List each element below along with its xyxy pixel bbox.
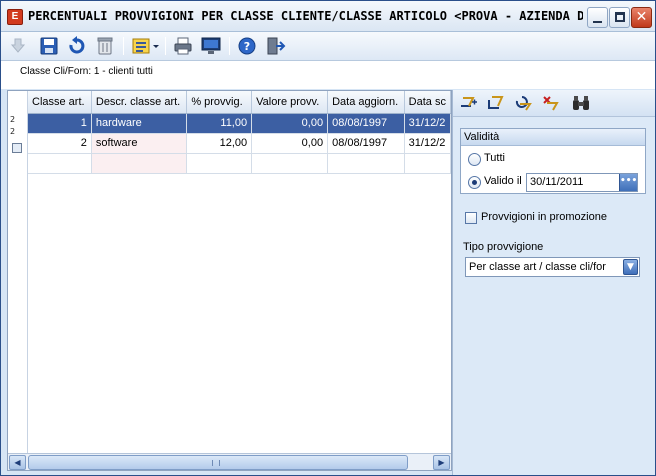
minimize-icon <box>593 21 602 23</box>
maximize-icon <box>615 12 625 22</box>
table-row[interactable]: 1 hardware 11,00 0,00 08/08/1997 31/12/2 <box>28 113 451 134</box>
cell-valore-provv[interactable]: 0,00 <box>251 113 329 134</box>
validita-title: Validità <box>461 129 645 146</box>
row-indicator-column: 2 2 <box>8 91 28 453</box>
classe-cli-forn-label: Classe Cli/Forn: 1 - clienti tutti <box>20 66 153 77</box>
new-row[interactable] <box>28 153 451 174</box>
grid-table: Classe art. Descr. classe art. % provvig… <box>28 91 451 174</box>
cell-data-aggiorn[interactable]: 08/08/1997 <box>327 113 405 134</box>
valido-date-value: 30/11/2011 <box>530 176 584 188</box>
print-icon[interactable] <box>172 36 194 56</box>
cell-empty[interactable] <box>327 153 405 174</box>
svg-text:?: ? <box>244 40 250 53</box>
date-picker-button[interactable]: ••• <box>619 174 637 191</box>
app-icon: E <box>7 9 23 25</box>
delete-icon[interactable] <box>94 36 116 56</box>
row-toolbar <box>453 90 655 117</box>
cell-empty[interactable] <box>186 153 253 174</box>
header-strip: Classe Cli/Forn: 1 - clienti tutti <box>1 61 655 89</box>
row-indicator-value: 2 <box>10 115 16 124</box>
window-title: PERCENTUALI PROVVIGIONI PER CLASSE CLIEN… <box>28 9 583 23</box>
maximize-button[interactable] <box>609 7 630 28</box>
tipo-provvigione-value: Per classe art / classe cli/for <box>469 261 606 273</box>
column-header-classe-art[interactable]: Classe art. <box>28 91 92 114</box>
radio-tutti-label[interactable]: Tutti <box>484 152 505 164</box>
column-header-data-aggiorn[interactable]: Data aggiorn. <box>327 91 405 114</box>
row-indicator-value: 2 <box>10 127 16 136</box>
chevron-down-icon[interactable]: ▼ <box>623 259 638 275</box>
preview-icon[interactable] <box>200 36 222 56</box>
main-toolbar: ? <box>1 32 655 61</box>
save-icon[interactable] <box>38 36 60 56</box>
tipo-provvigione-label: Tipo provvigione <box>463 241 544 253</box>
exit-icon[interactable] <box>264 36 286 56</box>
grid-table-viewport: Classe art. Descr. classe art. % provvig… <box>28 91 451 453</box>
edit-row-icon[interactable] <box>486 94 506 112</box>
table-row[interactable]: 2 software 12,00 0,00 08/08/1997 31/12/2 <box>28 133 451 154</box>
delete-row-icon[interactable] <box>541 94 561 112</box>
undo-icon[interactable] <box>66 36 88 56</box>
toolbar-separator <box>123 37 124 55</box>
right-panel: Validità Tutti Valido il 30/11/2011 ••• … <box>452 90 655 475</box>
toolbar-separator <box>229 37 230 55</box>
cell-descr-classe-art[interactable]: hardware <box>91 113 188 134</box>
cell-data-scad[interactable]: 31/12/2 <box>404 113 451 134</box>
valido-date-input[interactable]: 30/11/2011 ••• <box>526 173 638 192</box>
cell-data-aggiorn[interactable]: 08/08/1997 <box>327 133 405 154</box>
scrollbar-thumb[interactable] <box>28 455 408 470</box>
column-header-valore-provv[interactable]: Valore provv. <box>251 91 329 114</box>
help-icon[interactable]: ? <box>236 36 258 56</box>
cell-classe-art[interactable]: 2 <box>28 133 92 154</box>
column-header-provvig[interactable]: % provvig. <box>186 91 253 114</box>
provvigioni-grid: 2 2 Classe art. Descr. classe art. % pro… <box>7 90 452 471</box>
layout-dropdown-icon[interactable] <box>131 36 161 56</box>
cell-classe-art[interactable]: 1 <box>28 113 92 134</box>
cell-empty[interactable] <box>91 153 188 174</box>
column-header-descr-classe-art[interactable]: Descr. classe art. <box>91 91 188 114</box>
cell-provvig[interactable]: 11,00 <box>186 113 253 134</box>
cell-data-scad[interactable]: 31/12/2 <box>404 133 451 154</box>
grid-header-row: Classe art. Descr. classe art. % provvig… <box>28 91 451 114</box>
toolbar-separator <box>165 37 166 55</box>
scroll-left-button[interactable]: ◀ <box>9 455 26 470</box>
horizontal-scrollbar[interactable]: ◀ ▶ <box>8 453 451 470</box>
radio-valido-il-label[interactable]: Valido il <box>484 175 522 187</box>
radio-valido-il[interactable] <box>468 176 481 189</box>
cell-empty[interactable] <box>28 153 92 174</box>
row-navigator-icon[interactable] <box>12 143 22 153</box>
cell-valore-provv[interactable]: 0,00 <box>251 133 329 154</box>
tipo-provvigione-select[interactable]: Per classe art / classe cli/for ▼ <box>465 257 640 277</box>
window: E PERCENTUALI PROVVIGIONI PER CLASSE CLI… <box>0 0 656 476</box>
close-button[interactable]: ✕ <box>631 7 652 28</box>
scroll-right-button[interactable]: ▶ <box>433 455 450 470</box>
scrollbar-grip-icon <box>212 460 220 466</box>
cell-empty[interactable] <box>251 153 329 174</box>
cell-descr-classe-art[interactable]: software <box>91 133 188 154</box>
close-icon: ✕ <box>635 9 648 25</box>
new-disabled-icon[interactable] <box>7 36 29 56</box>
undo-row-icon[interactable] <box>513 94 533 112</box>
radio-tutti[interactable] <box>468 153 481 166</box>
column-header-data-scad[interactable]: Data sc <box>404 91 451 114</box>
minimize-button[interactable] <box>587 7 608 28</box>
search-binoculars-icon[interactable] <box>571 94 591 112</box>
title-bar: E PERCENTUALI PROVVIGIONI PER CLASSE CLI… <box>1 1 655 32</box>
cell-empty[interactable] <box>404 153 451 174</box>
cell-provvig[interactable]: 12,00 <box>186 133 253 154</box>
promo-checkbox[interactable] <box>465 212 477 224</box>
insert-row-icon[interactable] <box>459 94 479 112</box>
promo-checkbox-label[interactable]: Provvigioni in promozione <box>481 211 607 223</box>
